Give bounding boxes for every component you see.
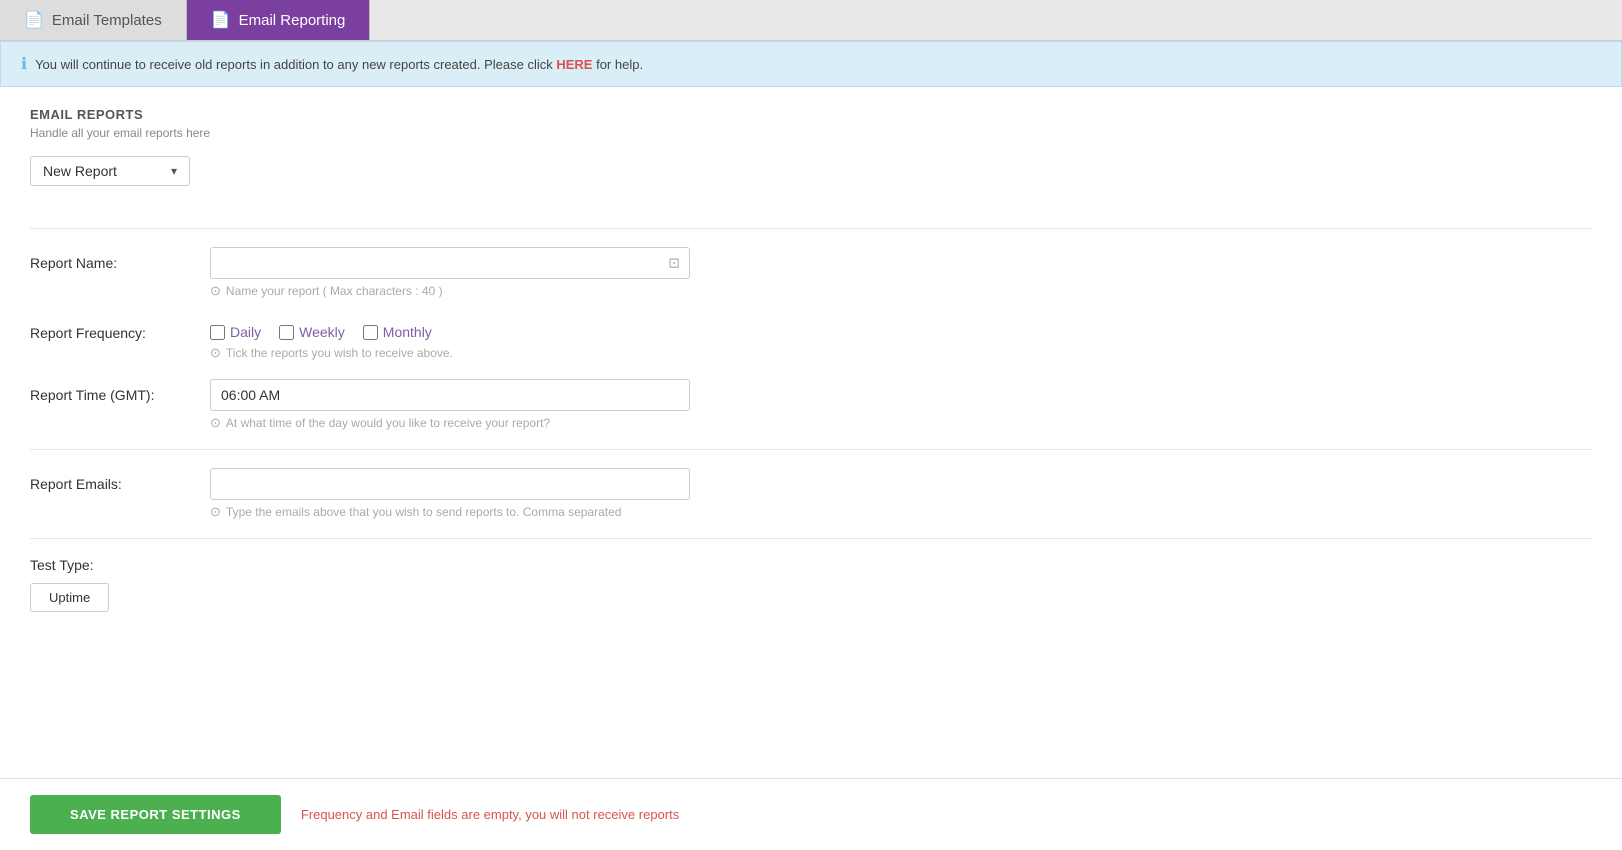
- frequency-hint: ⊙ Tick the reports you wish to receive a…: [210, 345, 1592, 361]
- section-title: EMAIL REPORTS: [30, 107, 1592, 122]
- tab-email-reporting-label: Email Reporting: [239, 12, 346, 29]
- report-emails-input[interactable]: [210, 468, 690, 500]
- footer-bar: SAVE REPORT SETTINGS Frequency and Email…: [0, 778, 1622, 850]
- test-type-label: Test Type:: [30, 557, 1592, 573]
- report-select-label: New Report: [43, 163, 117, 179]
- tab-bar: 📄 Email Templates 📄 Email Reporting: [0, 0, 1622, 41]
- chevron-down-icon: ▾: [171, 164, 177, 178]
- report-emails-row: Report Emails:: [30, 468, 1592, 500]
- frequency-weekly-checkbox[interactable]: [279, 325, 294, 340]
- frequency-daily-label: Daily: [230, 324, 261, 340]
- input-counter-icon: ⊡: [668, 255, 680, 272]
- tab-email-templates[interactable]: 📄 Email Templates: [0, 0, 187, 40]
- frequency-daily-item[interactable]: Daily: [210, 324, 261, 340]
- frequency-monthly-label: Monthly: [383, 324, 432, 340]
- info-icon: ℹ: [21, 54, 27, 74]
- divider-2: [30, 449, 1592, 450]
- report-time-input[interactable]: [210, 379, 690, 411]
- section-subtitle: Handle all your email reports here: [30, 126, 1592, 140]
- frequency-monthly-item[interactable]: Monthly: [363, 324, 432, 340]
- report-time-hint: ⊙ At what time of the day would you like…: [210, 415, 1592, 431]
- main-content: EMAIL REPORTS Handle all your email repo…: [0, 87, 1622, 778]
- divider-1: [30, 228, 1592, 229]
- hint-icon-frequency: ⊙: [210, 345, 221, 361]
- save-report-button[interactable]: SAVE REPORT SETTINGS: [30, 795, 281, 834]
- report-emails-hint: ⊙ Type the emails above that you wish to…: [210, 504, 1592, 520]
- divider-3: [30, 538, 1592, 539]
- frequency-checkbox-group: Daily Weekly Monthly: [210, 317, 432, 340]
- here-link[interactable]: HERE: [556, 57, 592, 72]
- banner-text: You will continue to receive old reports…: [35, 57, 643, 72]
- report-name-label: Report Name:: [30, 247, 210, 271]
- warning-text: Frequency and Email fields are empty, yo…: [301, 807, 679, 822]
- hint-icon-emails: ⊙: [210, 504, 221, 520]
- frequency-monthly-checkbox[interactable]: [363, 325, 378, 340]
- report-frequency-label: Report Frequency:: [30, 317, 210, 341]
- tab-email-reporting[interactable]: 📄 Email Reporting: [187, 0, 371, 40]
- frequency-weekly-item[interactable]: Weekly: [279, 324, 345, 340]
- email-templates-icon: 📄: [24, 10, 44, 30]
- report-time-row: Report Time (GMT):: [30, 379, 1592, 411]
- uptime-button[interactable]: Uptime: [30, 583, 109, 612]
- report-name-input[interactable]: [210, 247, 690, 279]
- report-frequency-row: Report Frequency: Daily Weekly Monthly: [30, 317, 1592, 341]
- report-emails-label: Report Emails:: [30, 468, 210, 492]
- info-banner: ℹ You will continue to receive old repor…: [0, 41, 1622, 87]
- email-reporting-icon: 📄: [211, 10, 231, 30]
- hint-icon-name: ⊙: [210, 283, 221, 299]
- report-name-row: Report Name: ⊡: [30, 247, 1592, 279]
- new-report-dropdown[interactable]: New Report ▾: [30, 156, 190, 186]
- tab-email-templates-label: Email Templates: [52, 12, 162, 29]
- test-type-section: Test Type: Uptime: [30, 557, 1592, 612]
- report-name-hint: ⊙ Name your report ( Max characters : 40…: [210, 283, 1592, 299]
- hint-icon-time: ⊙: [210, 415, 221, 431]
- frequency-daily-checkbox[interactable]: [210, 325, 225, 340]
- frequency-weekly-label: Weekly: [299, 324, 345, 340]
- report-time-label: Report Time (GMT):: [30, 379, 210, 403]
- report-name-input-wrapper: ⊡: [210, 247, 690, 279]
